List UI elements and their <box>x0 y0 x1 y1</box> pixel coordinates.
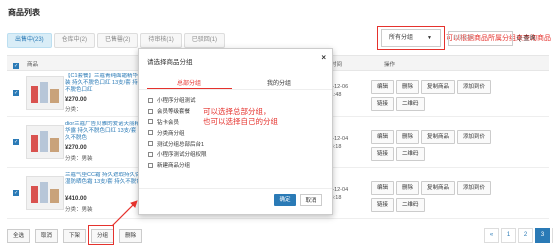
tab-pending[interactable]: 待审核(1) <box>140 33 182 48</box>
list-item[interactable]: 小程序测试分组权限 <box>148 149 207 160</box>
tab-hq-groups[interactable]: 总部分组 <box>177 78 201 87</box>
tab-rejected[interactable]: 已驳回(1) <box>183 33 226 48</box>
edit-button[interactable]: 编辑 <box>371 130 395 144</box>
product-title-link[interactable]: dior兰蔻广告贝雅的爱诺天丽精华露 持久不脱色口红 13支/套 持久不脱色 <box>65 121 145 142</box>
group-list: 小程序分组测试 会员等级套餐 钻卡会员 分类商分组 测试分组总部后台1 小程序测… <box>148 95 207 171</box>
search-button[interactable]: Q 查询 <box>517 33 535 42</box>
edit-button[interactable]: 编辑 <box>371 181 395 195</box>
tab-on-sale[interactable]: 出售中(23) <box>7 33 52 48</box>
tab-my-groups[interactable]: 我的分组 <box>267 78 291 87</box>
cancel-button[interactable]: 取消 <box>300 194 322 206</box>
group-button-highlight-box <box>88 225 114 245</box>
row-checkbox[interactable] <box>13 190 19 196</box>
link-button[interactable]: 链接 <box>371 198 395 212</box>
add-price-button[interactable]: 添加到价 <box>457 181 492 195</box>
list-item[interactable]: 小程序分组测试 <box>148 95 207 106</box>
header-actions: 操作 <box>384 62 396 68</box>
edit-button[interactable]: 编辑 <box>371 80 395 94</box>
row-checkbox[interactable] <box>13 139 19 145</box>
product-thumbnail <box>26 125 64 159</box>
product-price: ¥410.00 <box>65 196 87 202</box>
page-3-button[interactable]: 3 <box>535 228 550 243</box>
add-price-button[interactable]: 添加到价 <box>457 130 492 144</box>
tab-sold-out[interactable]: 已售罄(2) <box>97 33 139 48</box>
group-checkbox[interactable] <box>148 97 153 103</box>
product-category: 分类： <box>65 107 82 113</box>
page-1-button[interactable]: 1 <box>501 228 516 243</box>
delete-button[interactable]: 删除 <box>396 80 420 94</box>
modal-footer-divider <box>139 188 332 189</box>
delete-selected-button[interactable]: 删除 <box>119 229 143 243</box>
modal-annotation: 可以选择总部分组， 也可以选择自己的分组 <box>203 107 278 126</box>
qrcode-button[interactable]: 二维码 <box>396 147 425 161</box>
page-2-button[interactable]: 2 <box>518 228 533 243</box>
list-item[interactable]: 分类商分组 <box>148 127 207 138</box>
select-all-button[interactable]: 全选 <box>7 229 31 243</box>
select-all-checkbox[interactable] <box>13 63 19 69</box>
qrcode-button[interactable]: 二维码 <box>396 97 425 111</box>
delete-button[interactable]: 删除 <box>396 130 420 144</box>
header-product: 商品 <box>27 62 39 68</box>
list-item[interactable]: 会员等级套餐 <box>148 106 207 117</box>
bulk-action-bar: 全选 取消 下架 分组 删除 <box>7 229 147 243</box>
active-tab-underline <box>147 88 232 89</box>
product-price: ¥270.00 <box>65 97 87 103</box>
group-checkbox[interactable] <box>148 130 153 136</box>
group-checkbox[interactable] <box>148 141 153 147</box>
row-checkbox[interactable] <box>13 90 19 96</box>
link-button[interactable]: 链接 <box>371 147 395 161</box>
product-price: ¥270.00 <box>65 145 87 151</box>
confirm-button[interactable]: 确定 <box>274 194 296 206</box>
unlist-button[interactable]: 下架 <box>63 229 87 243</box>
status-tabs: 出售中(23) 仓库中(2) 已售罄(2) 待审核(1) 已驳回(1) <box>7 33 227 48</box>
tab-warehouse[interactable]: 仓库中(2) <box>53 33 96 48</box>
product-title-link[interactable]: 【C1套餐】兰蔻菁纯面霜精华套装 持久不脱色口红 13支/套 持久不脱色口红 <box>65 73 145 94</box>
close-icon[interactable]: × <box>321 53 326 62</box>
pagination: « 1 2 3 » <box>482 228 553 243</box>
group-checkbox[interactable] <box>148 119 153 125</box>
group-select-modal: 请选择商品分组 × 总部分组 我的分组 小程序分组测试 会员等级套餐 钻卡会员 … <box>138 48 333 215</box>
group-checkbox[interactable] <box>148 108 153 114</box>
product-category: 分类：男装 <box>65 156 93 162</box>
delete-button[interactable]: 删除 <box>396 181 420 195</box>
list-item[interactable]: 新建商品分组 <box>148 160 207 171</box>
search-input[interactable]: 商品名称 <box>448 31 513 46</box>
link-button[interactable]: 链接 <box>371 97 395 111</box>
prev-page-button[interactable]: « <box>484 228 499 243</box>
product-thumbnail <box>26 176 64 210</box>
copy-product-button[interactable]: 复制商品 <box>421 80 456 94</box>
copy-product-button[interactable]: 复制商品 <box>421 130 456 144</box>
product-category: 分类：男装 <box>65 207 93 213</box>
list-item[interactable]: 测试分组总部后台1 <box>148 138 207 149</box>
qrcode-button[interactable]: 二维码 <box>396 198 425 212</box>
copy-product-button[interactable]: 复制商品 <box>421 181 456 195</box>
group-checkbox[interactable] <box>148 151 153 157</box>
modal-tabs: 总部分组 我的分组 <box>139 76 332 90</box>
list-item[interactable]: 钻卡会员 <box>148 117 207 128</box>
filter-highlight-box <box>377 26 445 50</box>
cancel-selection-button[interactable]: 取消 <box>35 229 59 243</box>
page-title: 商品列表 <box>8 8 40 17</box>
product-title-link[interactable]: 兰蔻气垫CC霜 持久遮瑕持久保湿防晒色霜 13支/套 持久不脱色 <box>65 172 145 193</box>
group-checkbox[interactable] <box>148 162 153 168</box>
product-thumbnail <box>26 76 64 110</box>
add-price-button[interactable]: 添加到价 <box>457 80 492 94</box>
modal-title: 请选择商品分组 <box>147 59 193 66</box>
